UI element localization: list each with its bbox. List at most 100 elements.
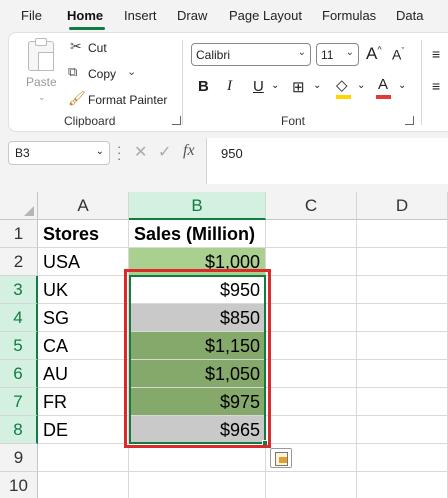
enter-icon[interactable]: ✓ [158, 142, 171, 162]
name-box[interactable]: B3 ⌄ [8, 141, 110, 165]
increase-font-size-icon[interactable]: A^ [366, 44, 382, 64]
dialog-launcher-icon[interactable] [172, 116, 181, 125]
cell-b2[interactable]: $1,000 [129, 248, 266, 276]
chevron-down-icon[interactable]: ⌄ [96, 146, 104, 157]
row-header-5[interactable]: 5 [0, 332, 38, 360]
column-header-a[interactable]: A [38, 192, 129, 220]
group-divider [421, 40, 422, 125]
copy-icon: ⧉ [68, 64, 78, 79]
cell-a7[interactable]: FR [38, 388, 129, 416]
chevron-down-icon[interactable]: ⌄ [398, 80, 406, 91]
cell-a10[interactable] [38, 472, 129, 498]
formula-input[interactable]: 950 [206, 138, 448, 184]
cell-c5[interactable] [266, 332, 357, 360]
font-color-icon[interactable]: A [378, 76, 388, 93]
ribbon-tabs: File Home Insert Draw Page Layout Formul… [0, 0, 448, 32]
row-header-1[interactable]: 1 [0, 220, 38, 248]
cell-d6[interactable] [357, 360, 448, 388]
align-top-icon[interactable]: ≡ [432, 46, 440, 62]
paste-icon[interactable] [28, 38, 54, 71]
cell-d5[interactable] [357, 332, 448, 360]
cell-d3[interactable] [357, 276, 448, 304]
cell-c7[interactable] [266, 388, 357, 416]
cell-c8[interactable] [266, 416, 357, 444]
cell-b3[interactable]: $950 [129, 276, 266, 304]
copy-button[interactable]: Copy [88, 67, 116, 81]
cell-a8[interactable]: DE [38, 416, 129, 444]
row-header-7[interactable]: 7 [0, 388, 38, 416]
cell-a1[interactable]: Stores [38, 220, 129, 248]
bold-button[interactable]: B [198, 78, 209, 95]
font-name-select[interactable]: Calibri ⌄ [191, 43, 311, 66]
row-header-2[interactable]: 2 [0, 248, 38, 276]
tab-home[interactable]: Home [67, 8, 103, 23]
cell-b10[interactable] [129, 472, 266, 498]
column-header-b[interactable]: B [129, 192, 266, 220]
borders-icon[interactable]: ⊞ [292, 78, 305, 96]
cut-button[interactable]: Cut [88, 41, 107, 55]
cell-d4[interactable] [357, 304, 448, 332]
cell-d9[interactable] [357, 444, 448, 472]
column-header-c[interactable]: C [266, 192, 357, 220]
tab-page-layout[interactable]: Page Layout [229, 8, 302, 23]
cell-a9[interactable] [38, 444, 129, 472]
cell-a6[interactable]: AU [38, 360, 129, 388]
font-size-select[interactable]: 11 ⌄ [316, 43, 359, 66]
row-header-4[interactable]: 4 [0, 304, 38, 332]
align-left-icon[interactable]: ≡ [432, 78, 440, 94]
dialog-launcher-icon[interactable] [405, 116, 414, 125]
cell-b1[interactable]: Sales (Million) [129, 220, 266, 248]
cell-c2[interactable] [266, 248, 357, 276]
chevron-down-icon[interactable]: ⌄ [357, 80, 365, 91]
cell-a4[interactable]: SG [38, 304, 129, 332]
cancel-icon[interactable]: ✕ [134, 142, 147, 162]
decrease-font-size-icon[interactable]: Aˇ [392, 46, 404, 63]
chevron-down-icon[interactable]: ⌄ [127, 65, 136, 78]
cell-d10[interactable] [357, 472, 448, 498]
cell-d2[interactable] [357, 248, 448, 276]
row-header-8[interactable]: 8 [0, 416, 38, 444]
cell-b9[interactable] [129, 444, 266, 472]
paste-button[interactable]: Paste [26, 75, 57, 89]
column-header-d[interactable]: D [357, 192, 448, 220]
italic-button[interactable]: I [227, 78, 232, 95]
font-size-value: 11 [321, 48, 334, 62]
tab-data[interactable]: Data [396, 8, 423, 23]
row-header-3[interactable]: 3 [0, 276, 38, 304]
tab-formulas[interactable]: Formulas [322, 8, 376, 23]
cell-b7[interactable]: $975 [129, 388, 266, 416]
cell-b4[interactable]: $850 [129, 304, 266, 332]
cell-c1[interactable] [266, 220, 357, 248]
quick-analysis-icon[interactable] [270, 448, 292, 468]
tab-draw[interactable]: Draw [177, 8, 207, 23]
chevron-down-icon[interactable]: ⌄ [313, 80, 321, 91]
cell-d8[interactable] [357, 416, 448, 444]
fill-color-icon[interactable]: ◇ [336, 76, 348, 94]
cell-b6[interactable]: $1,050 [129, 360, 266, 388]
cell-a2[interactable]: USA [38, 248, 129, 276]
cell-a5[interactable]: CA [38, 332, 129, 360]
cell-d1[interactable] [357, 220, 448, 248]
cell-d7[interactable] [357, 388, 448, 416]
chevron-down-icon[interactable]: ⌄ [271, 80, 279, 91]
more-options-icon[interactable]: · · · [117, 140, 121, 165]
fill-handle[interactable] [262, 440, 268, 446]
chevron-down-icon[interactable]: ⌄ [38, 92, 46, 103]
cell-c3[interactable] [266, 276, 357, 304]
row-header-9[interactable]: 9 [0, 444, 38, 472]
cell-c6[interactable] [266, 360, 357, 388]
chevron-down-icon: ⌄ [297, 47, 306, 58]
select-all-button[interactable] [0, 192, 38, 220]
underline-button[interactable]: U [253, 78, 264, 95]
cell-c10[interactable] [266, 472, 357, 498]
insert-function-icon[interactable]: fx [183, 142, 195, 160]
row-header-6[interactable]: 6 [0, 360, 38, 388]
cell-c4[interactable] [266, 304, 357, 332]
cell-b5[interactable]: $1,150 [129, 332, 266, 360]
format-painter-button[interactable]: Format Painter [88, 93, 167, 107]
tab-insert[interactable]: Insert [124, 8, 157, 23]
cell-a3[interactable]: UK [38, 276, 129, 304]
cell-b8[interactable]: $965 [129, 416, 266, 444]
row-header-10[interactable]: 10 [0, 472, 38, 498]
tab-file[interactable]: File [21, 8, 42, 23]
